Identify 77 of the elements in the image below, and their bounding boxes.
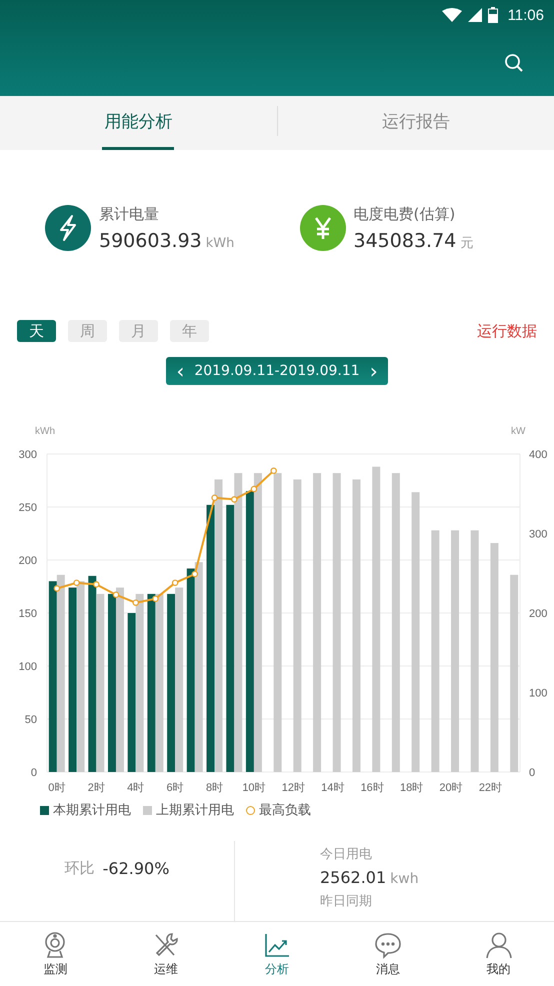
today-unit: kwh: [390, 871, 419, 887]
tab[interactable]: 运行报告: [380, 96, 452, 150]
point: [270, 467, 277, 474]
stat-label: 累计电量: [99, 204, 160, 224]
point: [73, 580, 80, 586]
point: [93, 581, 100, 588]
point: [152, 595, 159, 602]
nav-item[interactable]: 分析: [262, 930, 291, 978]
axis-unit: kWh: [35, 426, 55, 437]
compare-label: 昨日同期: [320, 893, 373, 910]
previous-button[interactable]: ‹: [170, 361, 190, 381]
stat-value: 590603.93: [99, 230, 202, 252]
axis-tick: 200: [18, 555, 37, 567]
yen-icon: [300, 205, 346, 251]
chat-icon: [374, 930, 402, 958]
user-icon: [484, 930, 513, 958]
axis-tick: 18时: [400, 782, 424, 794]
ratio-value: -62.90%: [102, 859, 170, 878]
ratio-label: 环比: [64, 859, 95, 878]
nav-item[interactable]: 我的: [484, 930, 513, 978]
point: [250, 486, 258, 492]
axis-tick: 16时: [360, 782, 384, 794]
axis-tick: 100: [529, 688, 548, 700]
axis-tick: 200: [529, 608, 548, 620]
wifi-icon: [442, 8, 462, 22]
point: [54, 585, 60, 592]
stat-value: 345083.74: [354, 230, 456, 252]
tab[interactable]: 用能分析: [102, 96, 174, 150]
axis-tick: 6时: [166, 782, 184, 794]
axis-tick: 0: [529, 767, 536, 779]
axis-tick: 0时: [48, 782, 66, 794]
axis-tick: 22时: [478, 782, 502, 794]
axis-tick: 2时: [88, 782, 105, 794]
nav-item[interactable]: 消息: [374, 930, 402, 978]
axis-tick: 100: [18, 661, 37, 673]
axis-tick: 0: [30, 767, 37, 779]
axis-tick: 300: [529, 528, 548, 540]
next-button[interactable]: ›: [364, 361, 384, 381]
axis-tick: 10时: [242, 782, 266, 794]
axis-tick: 4时: [127, 782, 144, 794]
point: [231, 496, 238, 503]
stat-label: 电度电费(估算): [354, 204, 456, 224]
legend-marker: [246, 806, 255, 814]
signal-icon: [468, 8, 482, 22]
axis-tick: 20时: [439, 782, 463, 794]
axis-tick: 12时: [282, 782, 305, 794]
legend-label: 最高负载: [259, 802, 311, 819]
axis-tick: 14时: [321, 782, 344, 794]
point: [132, 599, 139, 606]
status-time: 11:06: [508, 6, 544, 24]
legend-swatch: [40, 806, 49, 814]
axis-tick: 300: [18, 449, 37, 461]
battery-icon: [488, 7, 498, 23]
axis-tick: 8时: [206, 782, 224, 794]
axis-tick: 400: [529, 449, 548, 461]
axis-unit: kW: [511, 426, 526, 437]
stat-unit: kWh: [206, 236, 234, 250]
run-data-link[interactable]: 运行数据: [477, 322, 537, 340]
legend-swatch: [143, 806, 152, 814]
axis-tick: 150: [18, 608, 37, 620]
axis-tick: 250: [18, 502, 37, 514]
axis-tick: 50: [24, 714, 37, 726]
point: [192, 570, 198, 578]
search-icon[interactable]: [504, 53, 524, 73]
point: [211, 494, 218, 501]
legend-label: 上期累计用电: [156, 802, 234, 819]
period-tab[interactable]: 天: [17, 320, 56, 342]
today-value: 2562.01: [320, 868, 386, 887]
legend-label: 本期累计用电: [53, 802, 131, 819]
date-range: 2019.09.11-2019.09.11: [194, 363, 360, 379]
point: [112, 592, 120, 598]
lightning-icon: [45, 205, 91, 251]
nav-item[interactable]: 运维: [152, 930, 180, 978]
point: [172, 580, 178, 586]
nav-item[interactable]: 监测: [41, 930, 70, 978]
stat-unit: 元: [460, 236, 474, 250]
today-label: 今日用电: [320, 846, 373, 863]
